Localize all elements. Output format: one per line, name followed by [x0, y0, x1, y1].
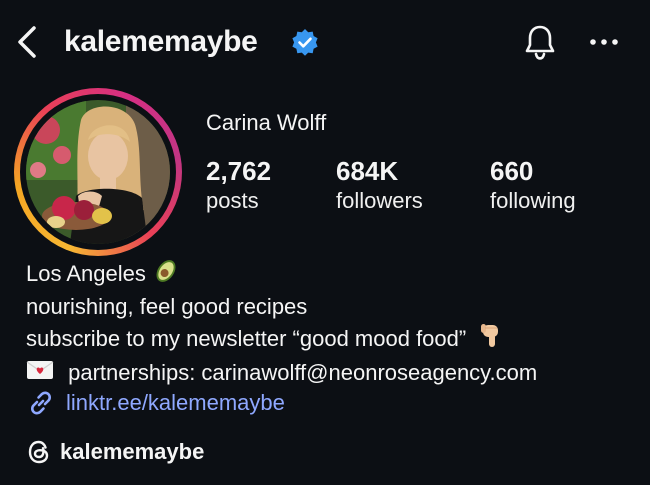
following-label: following	[490, 188, 576, 213]
link-icon	[31, 391, 51, 415]
posts-stat[interactable]: 2,762 posts	[206, 156, 271, 216]
notifications-button[interactable]	[520, 22, 560, 62]
bio: Los Angeles nourishing, feel good recipe…	[26, 258, 537, 389]
bio-line-newsletter: subscribe to my newsletter “good mood fo…	[26, 322, 537, 358]
bio-line-recipes: nourishing, feel good recipes	[26, 294, 308, 319]
bio-line-partnerships: partnerships: carinawolff@neonroseagency…	[26, 358, 537, 389]
bio-location: Los Angeles	[26, 260, 146, 286]
bell-icon	[525, 25, 555, 60]
top-bar: kalememaybe	[0, 0, 650, 84]
bio-line-location: Los Angeles	[26, 258, 537, 292]
bio-partnerships: partnerships: carinawolff@neonroseagency…	[68, 360, 538, 385]
verified-badge-icon	[290, 28, 320, 58]
back-button[interactable]	[10, 22, 44, 62]
profile-username: kalememaybe	[64, 25, 258, 58]
threads-icon	[28, 440, 49, 464]
story-ring[interactable]	[14, 88, 182, 256]
avocado-icon	[152, 258, 180, 292]
followers-count: 684K	[336, 156, 399, 186]
threads-badge[interactable]: kalememaybe	[26, 437, 204, 467]
more-dots-icon	[590, 39, 618, 45]
posts-label: posts	[206, 188, 259, 213]
threads-handle: kalememaybe	[60, 439, 205, 464]
posts-count: 2,762	[206, 156, 272, 186]
following-count: 660	[490, 156, 534, 186]
avatar	[26, 100, 170, 244]
followers-stat[interactable]: 684K followers	[336, 156, 423, 216]
followers-label: followers	[336, 188, 423, 213]
bio-newsletter: subscribe to my newsletter “good mood fo…	[26, 325, 467, 351]
external-link-text: linktr.ee/kalememaybe	[66, 390, 285, 415]
external-link[interactable]: linktr.ee/kalememaybe	[26, 388, 285, 418]
more-options-button[interactable]	[584, 22, 624, 62]
love-letter-icon	[26, 359, 54, 389]
chevron-left-icon	[18, 26, 36, 58]
pointing-down-hand-icon	[480, 322, 504, 358]
following-stat[interactable]: 660 following	[490, 156, 576, 216]
profile-full-name: Carina Wolff	[206, 110, 327, 135]
